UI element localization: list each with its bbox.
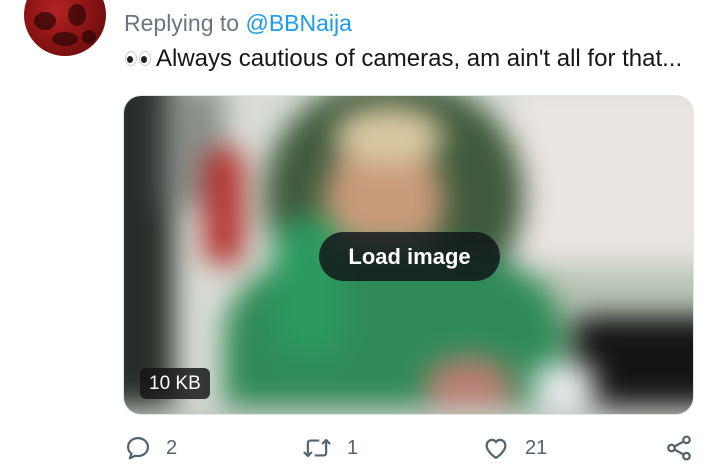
- share-button[interactable]: [664, 430, 694, 466]
- image-size-badge: 10 KB: [140, 368, 210, 399]
- retweet-icon: [301, 434, 333, 462]
- like-button[interactable]: 21: [481, 430, 547, 466]
- reply-button[interactable]: 2: [124, 430, 177, 466]
- tweet-body: Always cautious of cameras, am ain't all…: [156, 45, 683, 72]
- replying-to-handle-link[interactable]: @BBNaija: [245, 10, 351, 36]
- replying-to-label: Replying to: [124, 10, 240, 36]
- replying-to-line: Replying to @BBNaija: [124, 10, 352, 37]
- share-icon: [664, 433, 694, 463]
- reply-icon: [124, 434, 152, 462]
- retweet-button[interactable]: 1: [301, 430, 358, 466]
- eyes-emoji-icon: [124, 48, 154, 68]
- tweet-media[interactable]: Load image 10 KB: [123, 95, 694, 415]
- retweet-count: 1: [347, 436, 359, 459]
- avatar[interactable]: [24, 0, 106, 56]
- load-image-button[interactable]: Load image: [319, 232, 500, 281]
- tweet-text: Always cautious of cameras, am ain't all…: [124, 45, 682, 73]
- tweet: Replying to @BBNaija Always cautious of …: [0, 0, 720, 471]
- reply-count: 2: [166, 436, 178, 459]
- tweet-actions: 2 1 21: [0, 430, 720, 466]
- like-count: 21: [525, 436, 548, 459]
- like-icon: [481, 434, 511, 462]
